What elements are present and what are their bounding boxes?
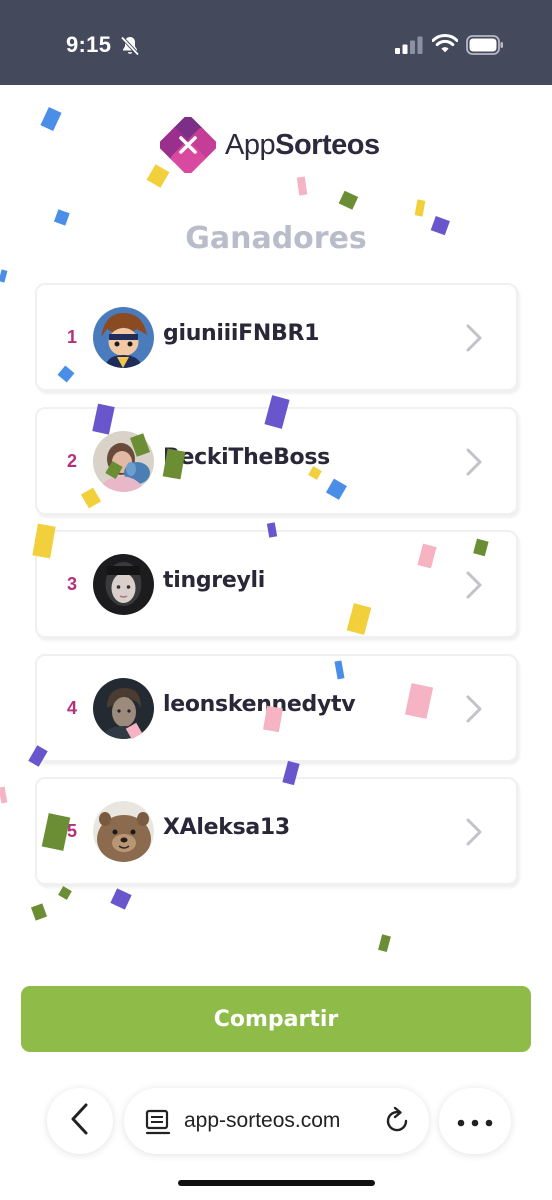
logo-text-light: App: [225, 128, 276, 161]
winner-username: BeckiTheBoss: [163, 444, 330, 470]
chevron-right-icon: [465, 817, 483, 851]
winner-rank: 2: [67, 450, 78, 471]
winner-card[interactable]: 1 giuniiiFNBR1: [35, 283, 518, 391]
avatar: [93, 677, 154, 739]
winner-card[interactable]: 2 BeckiTheBoss: [35, 406, 518, 515]
url-text: app-sorteos.com: [184, 1109, 341, 1132]
winner-rank: 1: [67, 327, 78, 347]
cellular-signal-icon: [395, 36, 423, 58]
app-logo-wordmark: AppSorteos: [225, 129, 380, 162]
logo-text-bold: Sorteos: [275, 128, 380, 161]
chevron-right-icon: [465, 323, 483, 357]
winner-card[interactable]: 3 tingreyli: [35, 530, 518, 638]
page-title: Ganadores: [185, 221, 367, 256]
more-button[interactable]: [439, 1088, 511, 1154]
chevron-right-icon: [465, 694, 483, 728]
tabs-icon[interactable]: [144, 1108, 172, 1140]
reload-icon[interactable]: [382, 1106, 412, 1140]
winner-username: XAleksa13: [163, 815, 290, 840]
chevron-right-icon: [465, 447, 483, 481]
winner-username: leonskennedytv: [163, 691, 356, 717]
app-logo-mark-icon: [157, 114, 219, 176]
winner-username: giuniiiFNBR1: [163, 321, 320, 346]
status-bar: 9:15: [0, 0, 552, 85]
winner-username: tingreyli: [163, 568, 265, 593]
wifi-icon: [431, 34, 459, 58]
winner-rank: 3: [67, 574, 78, 594]
avatar: [93, 801, 154, 862]
battery-icon: [466, 35, 504, 59]
back-chevron-icon: [69, 1102, 91, 1140]
status-time: 9:15: [66, 32, 112, 57]
app-logo: AppSorteos: [157, 114, 380, 176]
more-dots-icon: [457, 1112, 493, 1131]
winners-list: 1 giuniiiFNBR1 2 BeckiTheBoss 3 tingreyl…: [35, 283, 518, 901]
winner-card[interactable]: 4 leonskennedytv: [35, 653, 518, 762]
back-button[interactable]: [47, 1088, 113, 1154]
winner-rank: 5: [67, 821, 78, 841]
chevron-right-icon: [465, 570, 483, 604]
page-content: AppSorteos Ganadores 1 giuniiiFNBR1 2 Be…: [0, 85, 552, 1200]
avatar: [93, 554, 154, 615]
bell-slash-icon: [118, 34, 142, 62]
browser-toolbar: app-sorteos.com: [0, 1075, 552, 1200]
winner-card[interactable]: 5 XAleksa13: [35, 777, 518, 885]
avatar: [93, 430, 154, 492]
winner-rank: 4: [67, 697, 78, 718]
home-indicator: [178, 1180, 375, 1186]
avatar: [93, 307, 154, 368]
share-button[interactable]: Compartir: [21, 986, 531, 1052]
address-bar[interactable]: app-sorteos.com: [124, 1088, 429, 1154]
